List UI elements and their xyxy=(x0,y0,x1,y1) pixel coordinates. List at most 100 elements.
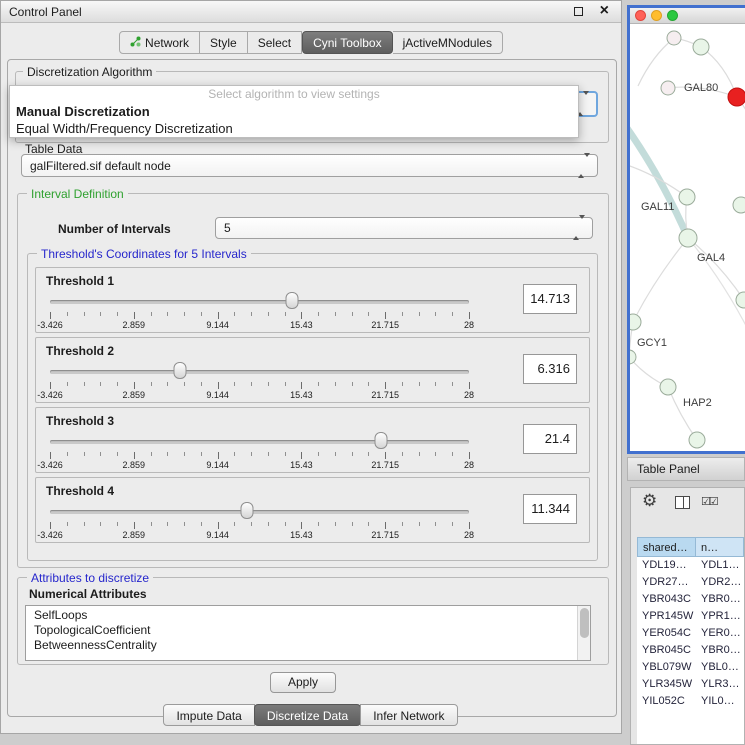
columns-icon[interactable] xyxy=(675,496,690,509)
tick-label: 2.859 xyxy=(123,460,146,470)
network-edge[interactable] xyxy=(630,124,688,238)
network-edge[interactable] xyxy=(633,238,688,322)
network-node[interactable] xyxy=(733,197,745,213)
network-node[interactable] xyxy=(661,81,675,95)
cell-name: YPR1… xyxy=(696,608,744,625)
network-node[interactable] xyxy=(630,350,636,364)
slider-thumb[interactable] xyxy=(173,362,186,379)
cell-shared-name: YBL079W xyxy=(637,659,696,676)
table-row[interactable]: YDR27…YDR2… xyxy=(637,574,744,591)
network-node[interactable] xyxy=(679,229,697,247)
cell-shared-name: YDL19… xyxy=(637,557,696,574)
table-row[interactable]: YBR045CYBR0… xyxy=(637,642,744,659)
table-row[interactable]: YLR345WYLR3… xyxy=(637,676,744,693)
gear-icon[interactable]: ⚙ xyxy=(642,491,657,511)
cell-name: YDL1… xyxy=(696,557,744,574)
network-node[interactable] xyxy=(736,292,745,308)
attributes-scrollbar[interactable] xyxy=(577,606,590,660)
tick-label: 28 xyxy=(464,320,474,330)
network-edge[interactable] xyxy=(638,38,674,86)
network-node[interactable] xyxy=(667,31,681,45)
threshold-value-field[interactable]: 14.713 xyxy=(523,284,577,314)
zoom-traffic-light-icon[interactable] xyxy=(667,10,678,21)
network-node-label-gal4: GAL4 xyxy=(697,252,725,264)
table-row[interactable]: YBL079WYBL0… xyxy=(637,659,744,676)
apply-button[interactable]: Apply xyxy=(270,672,336,693)
tick-label: 28 xyxy=(464,460,474,470)
attribute-item-betweennesscentrality[interactable]: BetweennessCentrality xyxy=(26,638,590,653)
cell-shared-name: YBR043C xyxy=(637,591,696,608)
column-header-shared-name[interactable]: shared… xyxy=(637,537,696,557)
cell-shared-name: YDR27… xyxy=(637,574,696,591)
network-node[interactable] xyxy=(679,189,695,205)
slider-ticks xyxy=(50,382,469,389)
network-node[interactable] xyxy=(689,432,705,448)
threshold-slider[interactable] xyxy=(50,298,469,306)
scrollbar-thumb[interactable] xyxy=(580,608,589,638)
table-row[interactable]: YDL19…YDL1… xyxy=(637,557,744,574)
dropdown-placeholder[interactable]: Select algorithm to view settings xyxy=(10,86,578,103)
table-row[interactable]: YER054CYER0… xyxy=(637,625,744,642)
close-traffic-light-icon[interactable] xyxy=(635,10,646,21)
threshold-slider[interactable] xyxy=(50,368,469,376)
slider-track[interactable] xyxy=(50,300,469,304)
tab-network[interactable]: Network xyxy=(119,31,200,54)
dropdown-items: Manual DiscretizationEqual Width/Frequen… xyxy=(10,103,578,137)
network-edge[interactable] xyxy=(688,238,744,300)
slider-thumb[interactable] xyxy=(285,292,298,309)
threshold-value-field[interactable]: 11.344 xyxy=(523,494,577,524)
attribute-item-topologicalcoefficient[interactable]: TopologicalCoefficient xyxy=(26,623,590,638)
tab-select[interactable]: Select xyxy=(248,31,302,54)
network-node[interactable] xyxy=(728,88,745,106)
network-edge[interactable] xyxy=(668,387,697,440)
bottom-tab-discretize-data[interactable]: Discretize Data xyxy=(254,704,361,726)
tick-label: 21.715 xyxy=(371,320,399,330)
window-title: Control Panel xyxy=(9,5,82,19)
table-data-combobox[interactable]: galFiltered.sif default node xyxy=(21,154,598,177)
network-node[interactable] xyxy=(660,379,676,395)
network-icon xyxy=(130,36,141,50)
close-icon[interactable]: × xyxy=(600,2,609,20)
tab-label: Style xyxy=(210,36,237,50)
table-row[interactable]: YBR043CYBR0… xyxy=(637,591,744,608)
threshold-slider[interactable] xyxy=(50,508,469,516)
tab-jactivemnodules[interactable]: jActiveMNodules xyxy=(393,31,503,54)
tab-cyni-toolbox[interactable]: Cyni Toolbox xyxy=(302,31,392,54)
slider-track[interactable] xyxy=(50,510,469,514)
minimize-traffic-light-icon[interactable] xyxy=(651,10,662,21)
table-panel-title: Table Panel xyxy=(637,462,700,476)
threshold-value-field[interactable]: 21.4 xyxy=(523,424,577,454)
cell-name: YER0… xyxy=(696,625,744,642)
tick-label: 15.43 xyxy=(290,530,313,540)
cell-name: YBL0… xyxy=(696,659,744,676)
tick-label: 15.43 xyxy=(290,320,313,330)
column-header-name[interactable]: n… xyxy=(696,537,744,557)
slider-thumb[interactable] xyxy=(240,502,253,519)
network-node[interactable] xyxy=(630,314,641,330)
threshold-slider[interactable] xyxy=(50,438,469,446)
dropdown-item-manual-discretization[interactable]: Manual Discretization xyxy=(10,103,578,120)
dropdown-item-equal-width-frequency-discretization[interactable]: Equal Width/Frequency Discretization xyxy=(10,120,578,137)
threshold-value-field[interactable]: 6.316 xyxy=(523,354,577,384)
network-canvas[interactable]: GAL80GAL11GAL4GCY1HAP2 xyxy=(630,24,745,451)
table-row[interactable]: YPR145WYPR1… xyxy=(637,608,744,625)
tab-style[interactable]: Style xyxy=(200,31,248,54)
table-panel: ⚙ ☑☑ shared… n… YDL19…YDL1…YDR27…YDR2…YB… xyxy=(630,487,745,745)
table-row[interactable]: YIL052CYIL0… xyxy=(637,693,744,710)
bottom-tab-impute-data[interactable]: Impute Data xyxy=(163,704,254,726)
slider-track[interactable] xyxy=(50,370,469,374)
tab-label: Select xyxy=(258,36,291,50)
threshold-panel-threshold-4: Threshold 4-3.4262.8599.14415.4321.71528… xyxy=(35,477,590,543)
slider-thumb[interactable] xyxy=(375,432,388,449)
attribute-item-selfloops[interactable]: SelfLoops xyxy=(26,608,590,623)
bottom-tab-infer-network[interactable]: Infer Network xyxy=(360,704,457,726)
slider-tick-labels: -3.4262.8599.14415.4321.71528 xyxy=(50,320,469,330)
threshold-label: Threshold 4 xyxy=(46,484,114,498)
number-of-intervals-combobox[interactable]: 5 xyxy=(215,217,593,239)
select-columns-icon[interactable]: ☑☑ xyxy=(701,495,717,508)
network-node[interactable] xyxy=(693,39,709,55)
restore-icon[interactable] xyxy=(574,7,583,16)
tick-label: 9.144 xyxy=(206,460,229,470)
combo-arrows-icon xyxy=(573,219,585,237)
slider-track[interactable] xyxy=(50,440,469,444)
